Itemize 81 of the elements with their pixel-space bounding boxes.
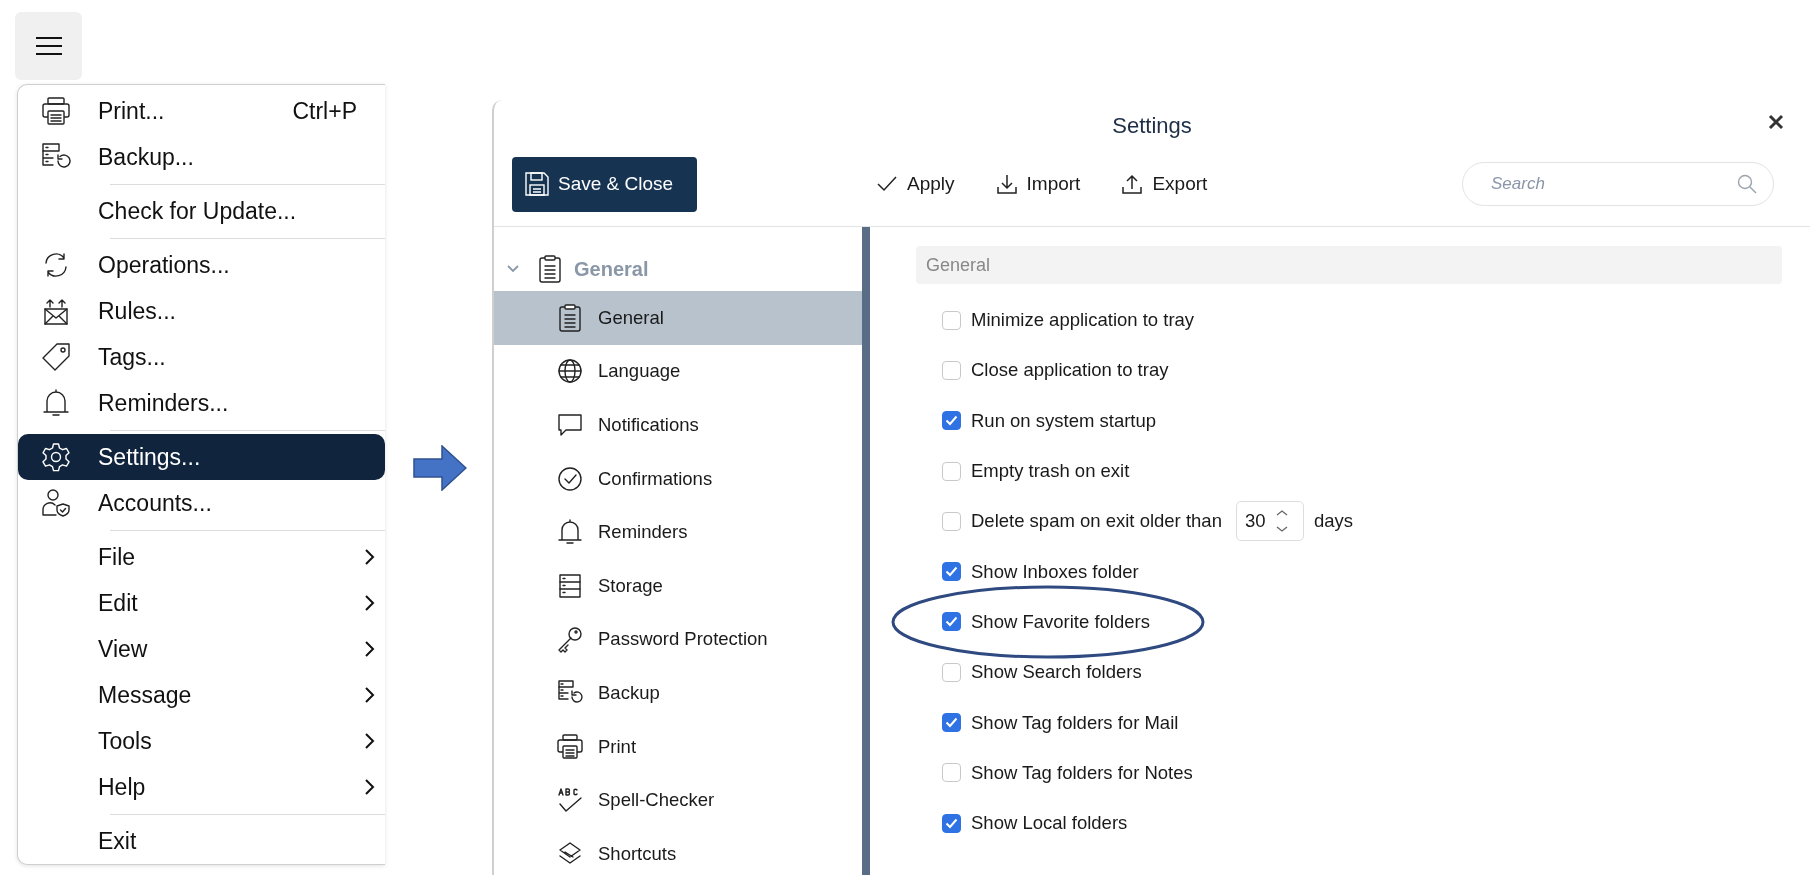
- clipboard-icon: [536, 254, 564, 284]
- menu-item[interactable]: Exit: [18, 818, 385, 864]
- tree-item[interactable]: Backup: [494, 666, 862, 720]
- checkbox-label: Minimize application to tray: [971, 309, 1195, 332]
- checkbox-label: Show Tag folders for Mail: [971, 711, 1179, 734]
- bell-icon: [556, 518, 584, 547]
- menu-item[interactable]: Backup...: [18, 134, 385, 180]
- checkbox[interactable]: [942, 411, 961, 431]
- printer-icon: [556, 732, 584, 761]
- tree-item[interactable]: Language: [494, 344, 862, 399]
- download-icon: [994, 173, 1019, 195]
- checkbox[interactable]: [942, 763, 961, 783]
- checkbox[interactable]: [942, 612, 961, 632]
- settings-icon: [40, 441, 72, 473]
- save-close-button[interactable]: Save & Close: [512, 156, 697, 212]
- checkbox-label: Show Favorite folders: [971, 610, 1150, 633]
- menu-item[interactable]: Accounts...: [18, 480, 385, 526]
- menu-item[interactable]: File: [18, 534, 385, 580]
- checkbox[interactable]: [942, 813, 961, 833]
- toolbar-button[interactable]: Apply: [873, 169, 957, 199]
- user-shield-icon: [40, 487, 72, 519]
- menu-item[interactable]: Help: [18, 764, 385, 810]
- checkbox-label: Show Tag folders for Notes: [971, 761, 1193, 784]
- arrow-annotation: [413, 445, 467, 491]
- menu-item[interactable]: Tools: [18, 718, 385, 764]
- checkbox[interactable]: [942, 662, 961, 682]
- search-icon: [1737, 174, 1757, 194]
- bell-icon: [40, 387, 72, 419]
- checkbox[interactable]: [942, 360, 961, 380]
- section-header: General: [916, 246, 1782, 284]
- tree-item[interactable]: Notifications: [494, 398, 862, 452]
- key-icon: [556, 625, 584, 654]
- tree-item[interactable]: General: [494, 291, 862, 345]
- check-circle-icon: [556, 464, 584, 493]
- menu-item[interactable]: Reminders...: [18, 380, 385, 426]
- tree-item[interactable]: Confirmations: [494, 451, 862, 506]
- checkbox-label: Show Local folders: [971, 812, 1128, 835]
- toolbar-button[interactable]: Import: [992, 169, 1083, 199]
- tag-icon: [40, 341, 72, 373]
- clipboard-icon: [556, 302, 584, 333]
- menu-item[interactable]: Check for Update...: [18, 188, 385, 234]
- toolbar-button[interactable]: Export: [1118, 169, 1210, 199]
- tree-item[interactable]: Spell-Checker: [494, 773, 862, 827]
- menu-item[interactable]: Message: [18, 672, 385, 718]
- checkbox[interactable]: [942, 562, 961, 582]
- menu-item[interactable]: Edit: [18, 580, 385, 626]
- checkbox-label: Delete spam on exit older than: [971, 510, 1222, 533]
- menu-item[interactable]: Tags...: [18, 334, 385, 380]
- checkbox[interactable]: [942, 713, 961, 732]
- close-icon: [1768, 114, 1784, 130]
- menu-item[interactable]: Operations...: [18, 242, 385, 288]
- unit-label: days: [1313, 510, 1353, 533]
- number-field[interactable]: 30: [1235, 501, 1304, 542]
- storage-icon: [556, 571, 584, 600]
- checkbox-label: Show Inboxes folder: [971, 560, 1139, 583]
- shortcut-label: Ctrl+P: [292, 97, 357, 125]
- tree-item[interactable]: Storage: [494, 558, 862, 613]
- tree-item[interactable]: Password Protection: [494, 612, 862, 667]
- number-input[interactable]: 30: [1244, 510, 1275, 533]
- menu-item[interactable]: Settings...: [18, 434, 385, 480]
- scrollbar[interactable]: [862, 227, 870, 875]
- search-input[interactable]: Search: [1489, 173, 1737, 195]
- tree-item[interactable]: Print: [494, 719, 862, 774]
- checkbox[interactable]: [942, 461, 961, 481]
- dialog-title: Settings: [1112, 113, 1192, 139]
- upload-icon: [1120, 173, 1145, 195]
- globe-icon: [556, 357, 584, 386]
- menu-item[interactable]: Print... Ctrl+P: [18, 88, 385, 134]
- menu-item[interactable]: Rules...: [18, 288, 385, 334]
- printer-icon: [40, 95, 72, 127]
- menu-icon: [35, 36, 62, 56]
- checkbox[interactable]: [942, 310, 961, 330]
- menu-item[interactable]: View: [18, 626, 385, 672]
- checkbox-label: Close application to tray: [971, 359, 1169, 382]
- menu-button[interactable]: [15, 12, 82, 80]
- tree-item[interactable]: Shortcuts: [494, 826, 862, 878]
- checkbox[interactable]: [942, 511, 961, 531]
- checkbox-label: Empty trash on exit: [971, 460, 1130, 483]
- tree-item[interactable]: Reminders: [494, 505, 862, 559]
- checkbox-label: Show Search folders: [971, 661, 1142, 684]
- checkbox-label: Run on system startup: [971, 409, 1157, 432]
